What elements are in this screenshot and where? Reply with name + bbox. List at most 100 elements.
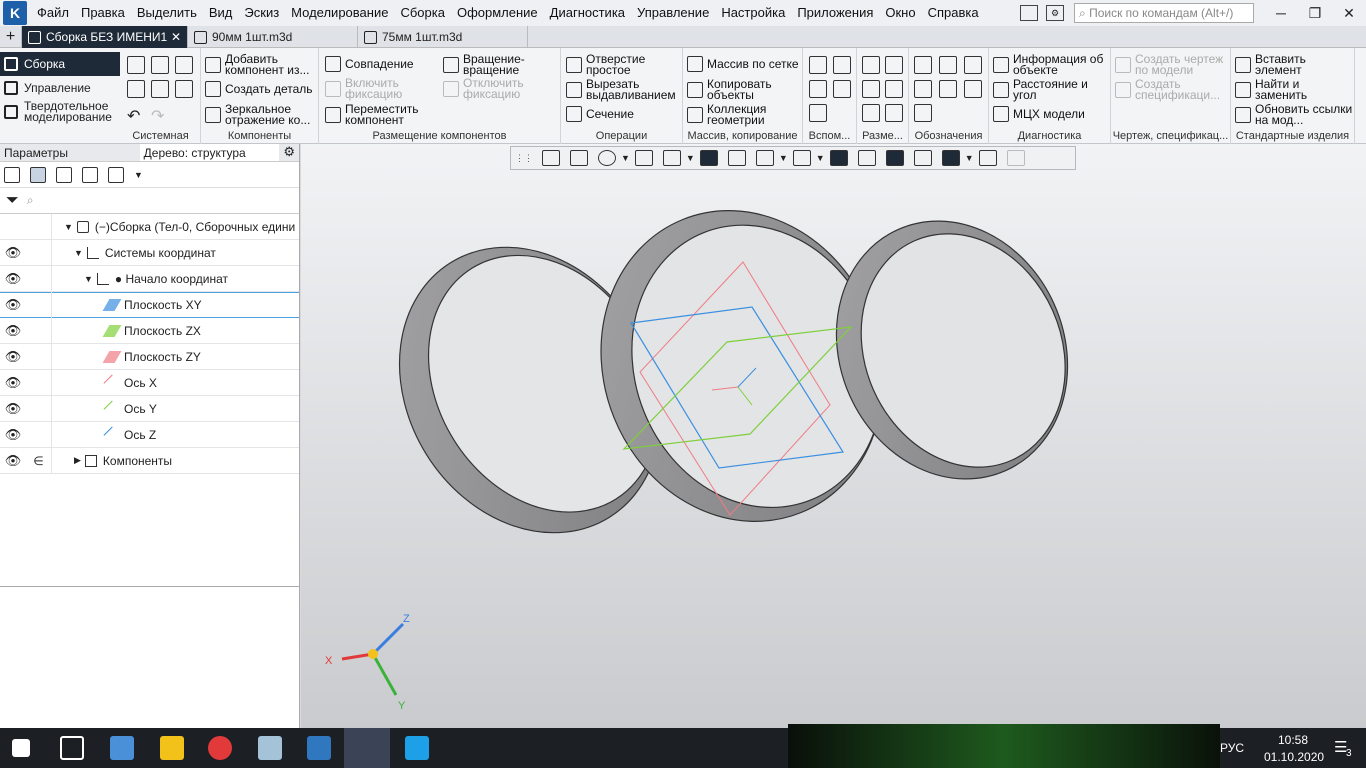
mode-management[interactable]: Управление — [0, 76, 120, 100]
tree-filter[interactable]: ⏷ ⌕ — [0, 188, 299, 214]
wireframe-icon[interactable] — [727, 150, 746, 166]
eye-icon[interactable]: 👁 — [0, 271, 26, 287]
app-icon[interactable] — [258, 736, 282, 760]
menu-diagnostics[interactable]: Диагностика — [544, 0, 631, 26]
copy-objects-button[interactable]: Копировать объекты — [687, 78, 801, 101]
components-view-icon[interactable] — [56, 166, 72, 183]
chevron-down-icon[interactable]: ▼ — [816, 153, 825, 163]
coincidence-button[interactable]: Совпадение — [325, 56, 435, 72]
pencil-icon[interactable] — [1006, 150, 1025, 166]
distance-angle-button[interactable]: Расстояние и угол — [993, 78, 1109, 101]
grid-array-button[interactable]: Массив по сетке — [687, 56, 801, 72]
tab-90mm[interactable]: 90мм 1шт.m3d — [188, 26, 358, 48]
display-mode-icon[interactable] — [913, 150, 932, 166]
kompas-task-icon[interactable] — [344, 728, 390, 768]
cut-extrude-button[interactable]: Вырезать выдавливанием — [566, 78, 680, 101]
menu-assembly[interactable]: Сборка — [394, 0, 451, 26]
settings-icon[interactable]: ⚙ — [1046, 5, 1064, 21]
tab-75mm[interactable]: 75мм 1шт.m3d — [358, 26, 528, 48]
aux-line-icon[interactable] — [809, 104, 827, 122]
collapse-icon[interactable]: ▼ — [64, 222, 73, 232]
normal-to-icon[interactable] — [570, 150, 588, 166]
chevron-down-icon[interactable]: ▼ — [621, 153, 630, 163]
menu-modeling[interactable]: Моделирование — [285, 0, 394, 26]
properties-icon[interactable] — [175, 80, 193, 98]
menu-select[interactable]: Выделить — [131, 0, 203, 26]
tolerance-icon[interactable] — [914, 80, 932, 98]
diameter-dim-icon[interactable] — [885, 80, 903, 98]
close-icon[interactable]: ✕ — [1332, 5, 1366, 22]
mode-solid[interactable]: Твердотельное моделирование — [0, 100, 120, 124]
visibility-icon[interactable] — [792, 150, 811, 166]
photos-icon[interactable] — [307, 736, 331, 760]
menu-apps[interactable]: Приложения — [791, 0, 879, 26]
tab-assembly[interactable]: Сборка БЕЗ ИМЕНИ1 ✕ — [22, 26, 188, 48]
disable-fix-button[interactable]: Отключить фиксацию — [443, 77, 555, 100]
start-windows-icon[interactable] — [12, 739, 30, 757]
mark-icon[interactable] — [939, 80, 957, 98]
tree-row-plane-zx[interactable]: 👁 Плоскость ZX — [0, 317, 299, 344]
simple-hole-button[interactable]: Отверстие простое — [566, 53, 680, 76]
perspective-icon[interactable] — [885, 150, 904, 166]
weld-icon[interactable] — [914, 104, 932, 122]
section-view-icon[interactable] — [857, 150, 876, 166]
eye-icon[interactable]: 👁 — [0, 427, 26, 443]
expand-icon[interactable]: ▶ — [74, 455, 81, 466]
redo-icon[interactable]: ↷ — [151, 106, 169, 125]
undo-icon[interactable]: ↶ — [127, 106, 145, 125]
minimize-icon[interactable]: ─ — [1264, 5, 1298, 21]
mode-assembly[interactable]: Сборка — [0, 52, 120, 76]
tree-row-origin[interactable]: 👁 ▼ ● Начало координат — [0, 265, 299, 292]
tab-tree[interactable]: Дерево: структура — [139, 144, 280, 161]
mirror-button[interactable]: Зеркальное отражение ко... — [205, 103, 317, 126]
enable-fix-button[interactable]: Включить фиксацию — [325, 77, 435, 100]
eye-icon[interactable]: 👁 — [0, 375, 26, 391]
filter-icon[interactable]: ⏷ — [6, 192, 19, 210]
this-pc-icon[interactable] — [110, 736, 134, 760]
menu-edit[interactable]: Правка — [75, 0, 131, 26]
eye-icon[interactable]: 👁 — [0, 453, 26, 469]
kompas-logo-icon[interactable]: K — [3, 1, 27, 25]
tree-row-axis-y[interactable]: 👁 Ось Y — [0, 395, 299, 422]
tree-row-plane-xy[interactable]: 👁 Плоскость XY — [0, 292, 299, 318]
create-spec-button[interactable]: Создать спецификаци... — [1115, 78, 1229, 101]
menu-window[interactable]: Окно — [879, 0, 921, 26]
tree-row-axis-z[interactable]: 👁 Ось Z — [0, 421, 299, 448]
close-tab-icon[interactable]: ✕ — [171, 30, 181, 44]
move-component-button[interactable]: Переместить компонент — [325, 103, 435, 126]
chevron-down-icon[interactable]: ▼ — [965, 153, 974, 163]
save-icon[interactable] — [175, 56, 193, 74]
menu-design[interactable]: Оформление — [451, 0, 544, 26]
update-links-button[interactable]: Обновить ссылки на мод... — [1235, 103, 1353, 126]
open-folder-icon[interactable] — [151, 56, 169, 74]
restore-icon[interactable]: ❐ — [1298, 5, 1332, 22]
tree-row-assembly[interactable]: ▼ (−)Сборка (Тел-0, Сборочных едини — [0, 213, 299, 240]
task-view-icon[interactable] — [60, 736, 84, 760]
rotation-button[interactable]: Вращение-вращение — [443, 53, 555, 76]
insert-element-button[interactable]: Вставить элемент — [1235, 53, 1353, 76]
aux-axis-icon[interactable] — [809, 56, 827, 74]
angular-dim-icon[interactable] — [885, 56, 903, 74]
collapse-icon[interactable]: ▼ — [84, 274, 93, 284]
arc-dim-icon[interactable] — [885, 104, 903, 122]
tree-row-axis-x[interactable]: 👁 Ось X — [0, 369, 299, 396]
section-button[interactable]: Сечение — [566, 106, 680, 122]
tree-row-components[interactable]: 👁 ∈ ▶ Компоненты — [0, 447, 299, 474]
leader-icon[interactable] — [914, 56, 932, 74]
shaded-display-icon[interactable] — [699, 150, 718, 166]
mcx-button[interactable]: МЦХ модели — [993, 106, 1109, 122]
origin-display-icon[interactable] — [829, 150, 848, 166]
eye-icon[interactable]: 👁 — [0, 401, 26, 417]
panel-divider[interactable] — [0, 586, 300, 587]
linear-dim-icon[interactable] — [862, 56, 880, 74]
tree-view-icon[interactable] — [4, 166, 20, 183]
eye-icon[interactable]: 👁 — [0, 323, 26, 339]
pan-icon[interactable] — [634, 150, 653, 166]
chevron-down-icon[interactable]: ▼ — [686, 153, 695, 163]
panel-settings-icon[interactable]: ⚙ — [279, 144, 299, 161]
eye-icon[interactable]: 👁 — [0, 349, 26, 365]
new-file-icon[interactable] — [127, 56, 145, 74]
eye-icon[interactable]: 👁 — [0, 245, 26, 261]
select-view-icon[interactable] — [82, 166, 98, 183]
preview-icon[interactable] — [151, 80, 169, 98]
